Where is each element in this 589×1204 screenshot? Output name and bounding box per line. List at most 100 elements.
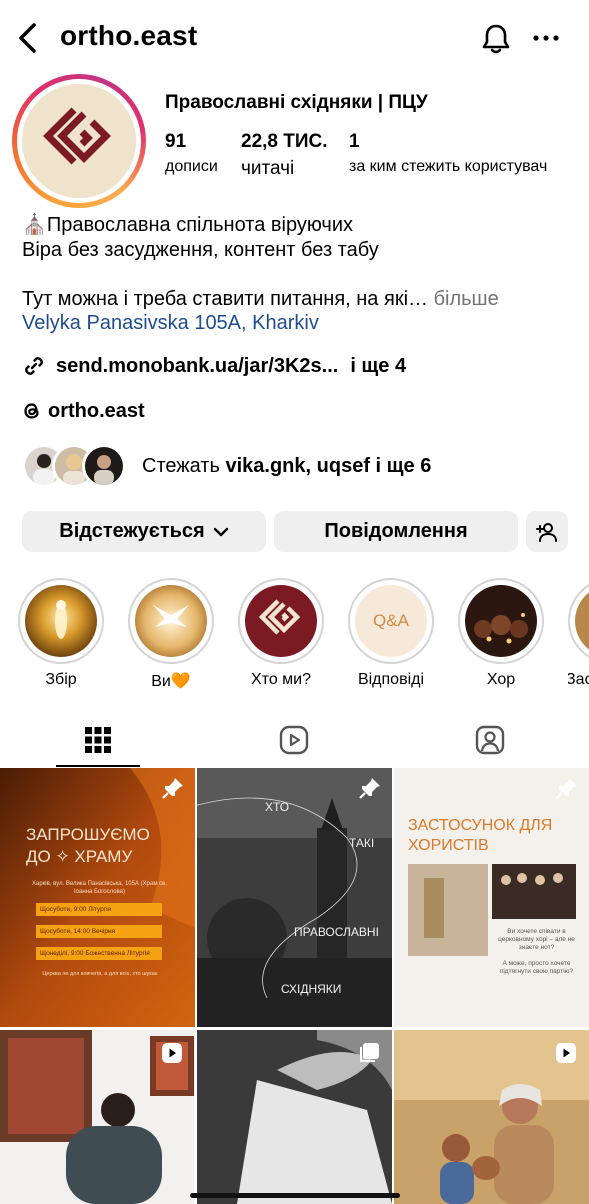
message-button-label: Повідомлення (324, 520, 468, 542)
highlight-cover (25, 585, 97, 657)
follower-avatar (82, 444, 126, 488)
profile-tabs (0, 712, 589, 768)
brand-logo-icon (245, 585, 317, 657)
stat-following[interactable]: 1 за ким стежить користувач (349, 131, 547, 176)
threads-badge[interactable]: ortho.east (22, 397, 145, 425)
followed-by-prefix: Стежать (142, 454, 226, 477)
reel-icon (556, 1043, 576, 1063)
post-tile[interactable]: ЗАСТОСУНОК ДЛЯ ХОРИСТІВ Ви хочете співат… (394, 768, 589, 1027)
more-options-button[interactable] (530, 22, 562, 54)
profile-username: ortho.east (60, 20, 198, 51)
stat-following-label: за ким стежить користувач (349, 158, 548, 175)
tab-tagged[interactable] (392, 712, 588, 768)
post-tile[interactable] (394, 1030, 589, 1204)
post-word: ПРАВОСЛАВНІ (294, 925, 379, 939)
highlight-label: Збір (45, 671, 77, 688)
post-question: Ви хочете співати в церковному хорі – ал… (498, 928, 575, 951)
reel-icon (162, 1043, 182, 1063)
post-image (0, 768, 195, 1027)
highlight-item[interactable]: Хто ми? (238, 578, 324, 689)
post-image (394, 768, 589, 1027)
more-horizontal-icon (533, 35, 559, 41)
stat-posts-label: дописи (165, 158, 218, 175)
tagged-icon (475, 725, 505, 755)
post-tile[interactable]: ХТО ТАКІ ПРАВОСЛАВНІ СХІДНЯКИ (197, 768, 392, 1027)
notifications-button[interactable] (480, 22, 512, 56)
post-footer: Церква не для ковчегів, а для всіх, хто … (42, 971, 158, 977)
link-icon (25, 357, 43, 375)
highlight-label: Ви🧡 (151, 673, 191, 690)
highlight-cover: Q&A (355, 585, 427, 657)
highlight-cover (245, 585, 317, 657)
post-address: Харків, вул. Велика Панасівська, 105А (Х… (32, 881, 167, 895)
tab-reels[interactable] (196, 712, 392, 768)
back-button[interactable] (14, 20, 44, 56)
bio-line-4: Тут можна і треба ставити питання, на як… (22, 287, 582, 312)
add-user-icon (536, 522, 557, 542)
highlight-item[interactable]: Хор (458, 578, 544, 689)
post-tile[interactable]: ЗАПРОШУЄМО ДО ✧ ХРАМУ Харків, вул. Велик… (0, 768, 195, 1027)
post-word: ХТО (265, 800, 290, 814)
grid-icon (85, 727, 111, 753)
bio-line-2: Віра без засудження, контент без табу (22, 238, 379, 261)
address-link[interactable]: Velyka Panasivska 105A, Kharkiv (22, 311, 582, 336)
highlight-label: Хто ми? (251, 671, 311, 688)
pin-icon (359, 778, 380, 799)
tab-posts[interactable] (0, 712, 196, 768)
profile-bio: ⛪Православна спільнота віруючих Віра без… (22, 213, 582, 336)
suggested-users-button[interactable] (526, 511, 568, 552)
reels-icon (279, 725, 309, 755)
highlight-label: Відповіді (357, 671, 425, 688)
message-button[interactable]: Повідомлення (274, 511, 518, 552)
highlight-item[interactable]: Зас (568, 578, 589, 689)
stat-followers-label: читачі (241, 158, 295, 179)
bio-truncated-text: Тут можна і треба ставити питання, на як… (22, 287, 429, 310)
chevron-left-icon (19, 23, 36, 53)
post-tile[interactable] (197, 1030, 392, 1204)
highlight-cover-text: Q&A (373, 611, 409, 630)
highlight-cover (575, 585, 589, 657)
post-word: ТАКІ (349, 836, 375, 850)
more-links-text[interactable]: і ще 4 (350, 355, 406, 378)
story-ring[interactable] (12, 74, 146, 208)
active-tab-indicator (56, 765, 140, 767)
followed-by-suffix: і ще 6 (369, 454, 432, 477)
threads-icon (24, 403, 39, 419)
bio-more-link[interactable]: більше (428, 288, 499, 310)
following-button[interactable]: Відстежується (22, 511, 266, 552)
bio-line-3 (22, 262, 582, 287)
bell-icon (482, 24, 510, 54)
highlight-item[interactable]: Збір (18, 578, 104, 689)
external-link-text: send.monobank.ua/jar/3K2s... (56, 354, 339, 377)
profile-full-name: Православні східняки | ПЦУ (165, 92, 428, 113)
pin-icon (162, 778, 183, 799)
post-schedule-row: Щосуботи, 14:00 Вечірня (40, 928, 116, 935)
external-link[interactable]: send.monobank.ua/jar/3K2s... і ще 4 (22, 352, 406, 380)
highlight-cover (135, 585, 207, 657)
following-button-label: Відстежується (59, 520, 205, 542)
brand-logo-icon (22, 84, 136, 198)
highlight-label: Хор (486, 671, 516, 688)
stat-posts-count: 91 (165, 131, 187, 152)
pin-icon (556, 778, 577, 799)
highlight-cover (465, 585, 537, 657)
highlight-item[interactable]: Ви🧡 (128, 578, 214, 691)
home-indicator (190, 1193, 400, 1198)
highlight-item[interactable]: Q&A Відповіді (348, 578, 434, 689)
stat-posts[interactable]: 91 дописи (165, 131, 218, 176)
post-schedule-row: Щосуботи, 9:00 Літургія (40, 906, 112, 913)
post-question: А може, просто хочете підтягнути свою па… (499, 960, 574, 975)
carousel-icon (360, 1043, 379, 1062)
post-word: СХІДНЯКИ (281, 982, 342, 996)
followed-by-text: Стежать vika.gnk, uqsef і ще 6 (142, 455, 431, 478)
post-schedule-row: Щонеділі, 9:00 Божественна Літургія (40, 950, 150, 957)
chevron-down-icon (213, 527, 228, 536)
avatar (22, 84, 136, 198)
followed-by[interactable]: Стежать vika.gnk, uqsef і ще 6 (22, 444, 431, 488)
post-title: ЗАПРОШУЄМО ДО ✧ ХРАМУ (26, 825, 150, 866)
post-tile[interactable] (0, 1030, 195, 1204)
stat-following-count: 1 (349, 131, 360, 152)
stat-followers-count: 22,8 ТИС. (241, 131, 328, 152)
followed-by-names: vika.gnk, uqsef (225, 454, 370, 477)
stat-followers[interactable]: 22,8 ТИС. читачі (241, 131, 328, 180)
